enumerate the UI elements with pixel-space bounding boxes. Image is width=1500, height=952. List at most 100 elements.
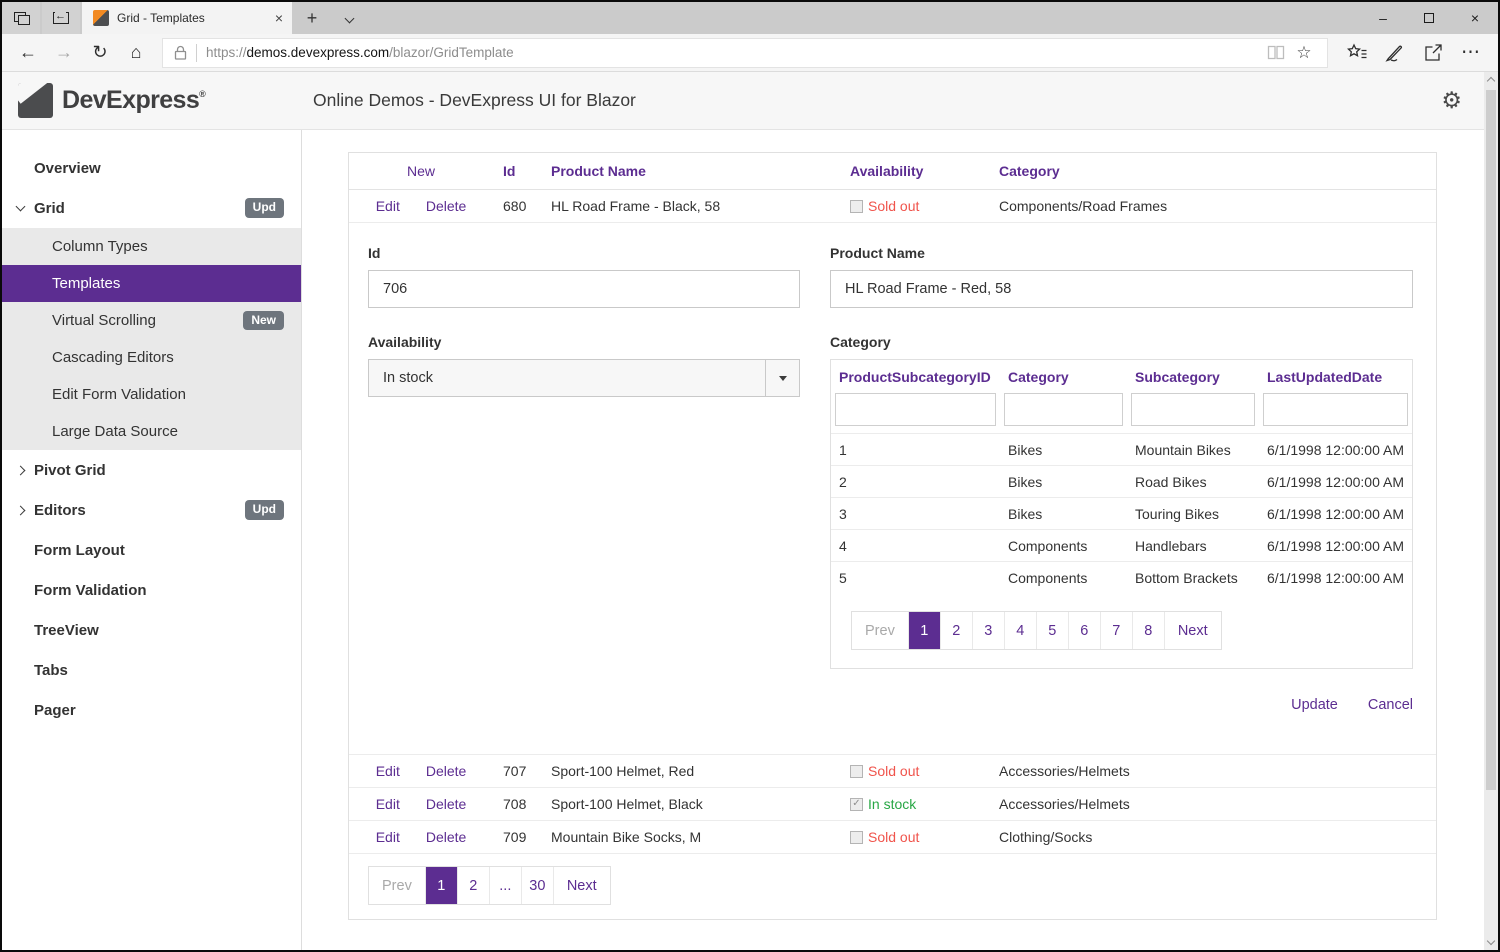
- combobox-dropdown-button[interactable]: [765, 360, 799, 396]
- refresh-button[interactable]: ↻: [82, 38, 118, 68]
- maximize-button[interactable]: [1406, 2, 1452, 34]
- filter-input-lastupdateddate[interactable]: [1263, 393, 1408, 426]
- settings-more-icon[interactable]: ⋯: [1452, 38, 1490, 68]
- scrollbar-thumb[interactable]: [1486, 90, 1496, 790]
- new-command-link[interactable]: New: [349, 163, 493, 179]
- sidebar-item-label: Pager: [34, 702, 76, 719]
- add-favorite-star-icon[interactable]: ☆: [1290, 43, 1318, 63]
- column-header-category[interactable]: Category: [989, 163, 1436, 179]
- product-name-field[interactable]: [830, 270, 1413, 308]
- forward-button[interactable]: →: [46, 38, 82, 68]
- home-button[interactable]: ⌂: [118, 38, 154, 68]
- subgrid-cell: Road Bikes: [1127, 474, 1259, 490]
- pager-page-button[interactable]: 30: [521, 867, 553, 904]
- browser-titlebar: Grid - Templates × + – ×: [2, 2, 1498, 34]
- edit-link[interactable]: Edit: [376, 829, 400, 845]
- edit-form: Id Product Name Availability In stock: [349, 223, 1436, 755]
- filter-input-category[interactable]: [1004, 393, 1123, 426]
- tab-close-icon[interactable]: ×: [275, 11, 283, 25]
- sidebar-item-large-data-source[interactable]: Large Data Source: [2, 413, 301, 450]
- pager-page-button[interactable]: 1: [908, 612, 940, 649]
- sidebar-item-label: Edit Form Validation: [52, 386, 186, 403]
- pager-next-button[interactable]: Next: [1164, 612, 1221, 649]
- share-icon[interactable]: [1414, 38, 1452, 68]
- tabs-set-aside-button[interactable]: [42, 2, 80, 34]
- subgrid-row: 1 Bikes Mountain Bikes 6/1/1998 12:00:00…: [831, 433, 1412, 465]
- pager-page-button[interactable]: 3: [972, 612, 1004, 649]
- new-tab-button[interactable]: +: [292, 2, 332, 34]
- sidebar-item-form-validation[interactable]: Form Validation: [2, 570, 301, 610]
- pager-page-button[interactable]: 6: [1068, 612, 1100, 649]
- filter-input-productsubcategoryid[interactable]: [835, 393, 996, 426]
- sidebar-item-overview[interactable]: Overview: [2, 148, 301, 188]
- sidebar-item-editors[interactable]: EditorsUpd: [2, 490, 301, 530]
- pager-page-button[interactable]: 1: [425, 867, 457, 904]
- pager-page-button[interactable]: 8: [1132, 612, 1164, 649]
- sidebar-item-pager[interactable]: Pager: [2, 690, 301, 730]
- sidebar-item-edit-form-validation[interactable]: Edit Form Validation: [2, 376, 301, 413]
- tab-list-dropdown-button[interactable]: [332, 2, 366, 34]
- cancel-link[interactable]: Cancel: [1368, 697, 1413, 713]
- scroll-up-icon[interactable]: [1486, 77, 1494, 85]
- subgrid-cell: Bikes: [1000, 442, 1127, 458]
- column-header-availability[interactable]: Availability: [843, 163, 989, 179]
- tab-title: Grid - Templates: [117, 11, 267, 25]
- browser-tab[interactable]: Grid - Templates ×: [82, 2, 292, 34]
- web-note-pen-icon[interactable]: [1376, 38, 1414, 68]
- page-scrollbar[interactable]: [1484, 72, 1498, 950]
- category-subgrid: ProductSubcategoryID Category Subcategor…: [830, 359, 1413, 669]
- window-close-button[interactable]: ×: [1452, 2, 1498, 34]
- product-name-field-label: Product Name: [830, 245, 1413, 261]
- minimize-button[interactable]: –: [1360, 2, 1406, 34]
- pager-page-button[interactable]: 2: [457, 867, 489, 904]
- scroll-down-icon[interactable]: [1486, 937, 1494, 945]
- column-header-id[interactable]: Id: [493, 163, 541, 179]
- id-field[interactable]: [368, 270, 800, 308]
- gear-icon[interactable]: ⚙: [1441, 89, 1462, 112]
- pager-page-button[interactable]: 4: [1004, 612, 1036, 649]
- subgrid-column-lastupdateddate[interactable]: LastUpdatedDate: [1259, 360, 1412, 393]
- subgrid-column-subcategory[interactable]: Subcategory: [1127, 360, 1259, 393]
- pager-next-button[interactable]: Next: [553, 867, 610, 904]
- sidebar-item-cascading-editors[interactable]: Cascading Editors: [2, 339, 301, 376]
- update-link[interactable]: Update: [1291, 697, 1338, 713]
- url-divider: [196, 44, 197, 62]
- new-badge: New: [243, 311, 284, 330]
- pager-page-button[interactable]: 7: [1100, 612, 1132, 649]
- delete-link[interactable]: Delete: [426, 796, 466, 812]
- subgrid-column-productsubcategoryid[interactable]: ProductSubcategoryID: [831, 360, 1000, 393]
- edit-link[interactable]: Edit: [376, 763, 400, 779]
- subgrid-cell: 6/1/1998 12:00:00 AM: [1259, 570, 1412, 586]
- back-button[interactable]: ←: [10, 38, 46, 68]
- sidebar-item-treeview[interactable]: TreeView: [2, 610, 301, 650]
- sidebar-item-virtual-scrolling[interactable]: Virtual ScrollingNew: [2, 302, 301, 339]
- url-field[interactable]: https://demos.devexpress.com/blazor/Grid…: [162, 38, 1328, 68]
- filter-input-subcategory[interactable]: [1131, 393, 1255, 426]
- registered-mark: ®: [199, 89, 205, 99]
- delete-link[interactable]: Delete: [426, 763, 466, 779]
- devexpress-logo[interactable]: DevExpress®: [18, 83, 313, 118]
- favorites-hub-icon[interactable]: [1338, 38, 1376, 68]
- subgrid-column-category[interactable]: Category: [1000, 360, 1127, 393]
- stock-checkbox: ✓: [850, 765, 863, 778]
- tab-preview-button[interactable]: [2, 2, 40, 34]
- edit-link[interactable]: Edit: [376, 796, 400, 812]
- delete-link[interactable]: Delete: [426, 198, 466, 214]
- pager-page-button[interactable]: 2: [940, 612, 972, 649]
- sidebar-item-templates[interactable]: Templates: [2, 265, 301, 302]
- sidebar-item-form-layout[interactable]: Form Layout: [2, 530, 301, 570]
- edit-link[interactable]: Edit: [376, 198, 400, 214]
- pager-prev-button[interactable]: Prev: [852, 612, 908, 649]
- sidebar-item-column-types[interactable]: Column Types: [2, 228, 301, 265]
- sidebar-item-grid[interactable]: GridUpd: [2, 188, 301, 228]
- column-header-product-name[interactable]: Product Name: [541, 163, 843, 179]
- reading-view-icon[interactable]: [1262, 45, 1290, 60]
- availability-combobox[interactable]: In stock: [368, 359, 800, 397]
- sidebar-item-pivot-grid[interactable]: Pivot Grid: [2, 450, 301, 490]
- pager-ellipsis[interactable]: ...: [489, 867, 521, 904]
- pager-page-button[interactable]: 5: [1036, 612, 1068, 649]
- sidebar-item-tabs[interactable]: Tabs: [2, 650, 301, 690]
- sidebar-item-label: Templates: [52, 275, 120, 292]
- delete-link[interactable]: Delete: [426, 829, 466, 845]
- pager-prev-button[interactable]: Prev: [369, 867, 425, 904]
